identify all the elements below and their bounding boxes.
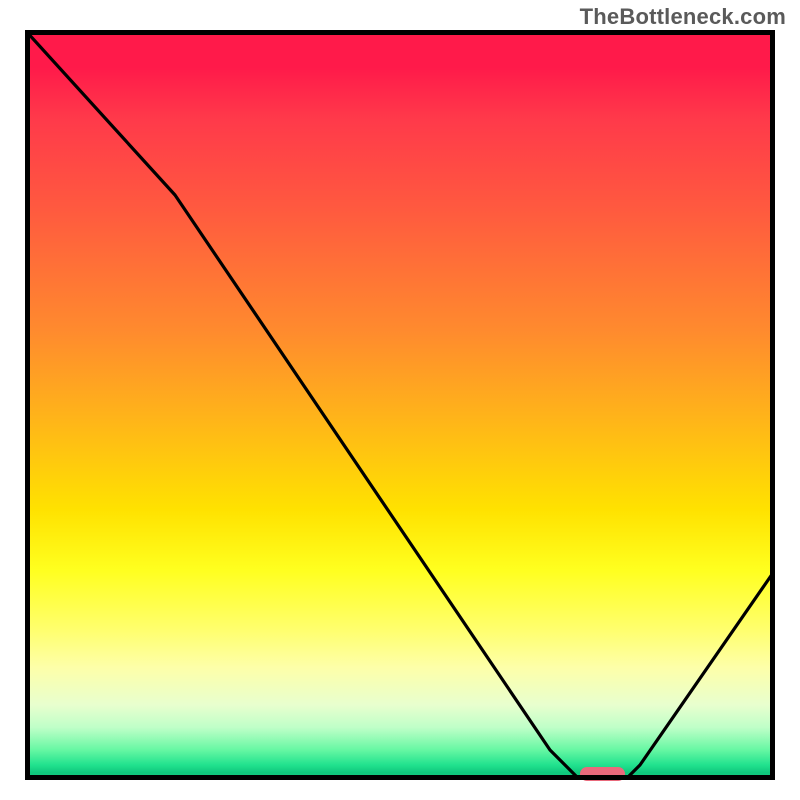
chart-container: TheBottleneck.com (0, 0, 800, 800)
watermark-text: TheBottleneck.com (580, 4, 786, 30)
plot-gradient-background (25, 30, 775, 780)
